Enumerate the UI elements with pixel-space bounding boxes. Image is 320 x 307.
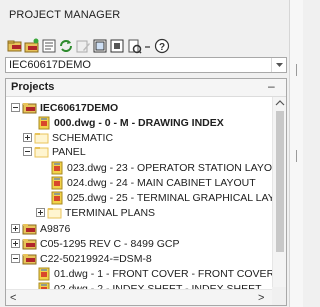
tree-row-label: C05-1295 REV C - 8499 GCP <box>40 238 180 250</box>
folder-icon <box>47 206 63 220</box>
drawing-icon <box>36 267 52 281</box>
collapse-icon[interactable] <box>11 254 20 263</box>
project-tree: Projects – IEC60617DEMO 000.dwg - 0 - M -… <box>5 78 287 306</box>
project-selector-value: IEC60617DEMO <box>9 59 91 71</box>
tree-row-label: 025.dwg - 25 - TERMINAL GRAPHICAL LAYOU <box>67 192 287 204</box>
projects-header: Projects – <box>6 79 286 97</box>
expand-icon[interactable] <box>11 239 20 248</box>
vertical-scrollbar[interactable] <box>272 97 286 287</box>
expand-icon[interactable] <box>23 133 32 142</box>
scroll-right-arrow[interactable]: > <box>258 292 264 304</box>
collapse-button[interactable]: – <box>268 79 275 93</box>
remove-icon[interactable] <box>109 38 125 54</box>
properties-icon[interactable] <box>41 38 57 54</box>
dock-marker <box>296 150 297 162</box>
project-icon <box>22 237 38 251</box>
drawing-icon <box>49 191 65 205</box>
horizontal-scrollbar[interactable]: < > <box>6 289 272 305</box>
project-icon <box>22 222 38 236</box>
svg-text:?: ? <box>159 42 165 53</box>
window-title: PROJECT MANAGER <box>9 9 121 21</box>
new-project-icon[interactable] <box>24 38 40 54</box>
project-selector[interactable]: IEC60617DEMO <box>5 57 287 73</box>
tree-row-label: C22-50219924-=DSM-8 <box>40 253 152 265</box>
chevron-down-icon <box>276 63 283 67</box>
refresh-icon[interactable] <box>58 38 74 54</box>
drawing-icon <box>49 161 65 175</box>
help-icon[interactable]: ? <box>154 38 170 54</box>
scrollbar-corner <box>272 287 286 305</box>
edit-icon[interactable] <box>75 38 91 54</box>
tree-row-label: 000.dwg - 0 - M - DRAWING INDEX <box>54 117 224 129</box>
tree-row-label: A9876 <box>40 223 71 235</box>
chevron-up-icon <box>275 100 285 106</box>
expand-icon[interactable] <box>11 224 20 233</box>
scroll-up-arrow[interactable] <box>273 97 286 110</box>
projects-header-label: Projects <box>11 81 55 93</box>
tree-row-label: 024.dwg - 24 - MAIN CABINET LAYOUT <box>67 177 256 189</box>
side-dock-strip[interactable] <box>289 0 303 307</box>
title-bar[interactable]: PROJECT MANAGER <box>0 0 288 30</box>
project-manager-panel: PROJECT MANAGER ? IEC60617DEMO Projects … <box>0 0 288 307</box>
tree-row-label: 023.dwg - 23 - OPERATOR STATION LAYOUT <box>67 162 287 174</box>
expand-icon[interactable] <box>36 208 45 217</box>
tree-row-label: PANEL <box>52 146 86 158</box>
dock-marker <box>296 64 297 76</box>
dropdown-arrow-icon[interactable] <box>143 38 153 54</box>
publish-icon[interactable] <box>126 38 142 54</box>
collapse-icon[interactable] <box>11 103 20 112</box>
collapse-icon[interactable] <box>23 147 32 156</box>
folder-icon <box>34 145 50 159</box>
open-project-icon[interactable] <box>7 38 23 54</box>
project-selector-button[interactable] <box>271 58 286 72</box>
tree-row-label: IEC60617DEMO <box>40 102 119 114</box>
project-icon <box>22 252 38 266</box>
project-icon <box>22 101 38 115</box>
scroll-left-arrow[interactable]: < <box>10 292 16 304</box>
tree-row-label: TERMINAL PLANS <box>65 207 156 219</box>
vertical-scroll-thumb[interactable] <box>276 111 284 252</box>
drawing-icon <box>49 176 65 190</box>
drawing-icon <box>36 116 52 130</box>
tree-row-label: SCHEMATIC <box>52 132 114 144</box>
tree-row-label: 01.dwg - 1 - FRONT COVER - FRONT COVER <box>54 268 275 280</box>
folder-icon <box>34 131 50 145</box>
add-icon[interactable] <box>92 38 108 54</box>
